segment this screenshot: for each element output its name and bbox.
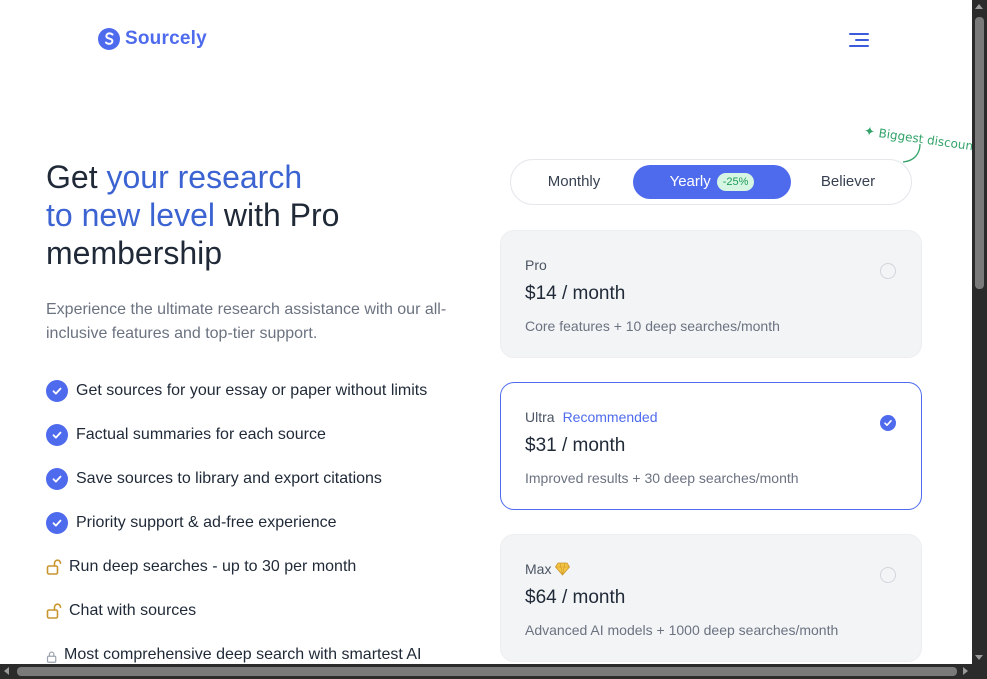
plan-radio-selected[interactable] [880, 415, 896, 431]
plan-price: $31 / month [525, 435, 626, 456]
plan-description: Improved results + 30 deep searches/mont… [525, 470, 799, 486]
brand-name: Sourcely [125, 28, 207, 49]
menu-icon [849, 33, 869, 35]
feature-item: Run deep searches - up to 30 per month [46, 554, 486, 598]
plan-card-ultra[interactable]: Ultra Recommended $31 / month Improved r… [500, 382, 922, 510]
plan-name: Pro [525, 257, 547, 273]
menu-button[interactable] [847, 30, 871, 50]
plan-description: Advanced AI models + 1000 deep searches/… [525, 622, 839, 638]
feature-item: Most comprehensive deep search with smar… [46, 642, 486, 664]
sparkle-icon: ✦ [862, 124, 876, 141]
feature-item: Save sources to library and export citat… [46, 466, 486, 510]
check-circle-icon [46, 512, 68, 534]
page-subtitle: Experience the ultimate research assista… [46, 301, 447, 342]
feature-item: Priority support & ad-free experience [46, 510, 486, 554]
brand-logo[interactable]: Sourcely [97, 27, 207, 51]
plan-price: $64 / month [525, 587, 626, 608]
title-highlight-2: to new level [46, 197, 215, 233]
sourcely-logo-icon [98, 28, 120, 50]
scroll-right-icon[interactable] [963, 667, 968, 675]
plan-description: Core features + 10 deep searches/month [525, 318, 780, 334]
check-circle-icon [46, 380, 68, 402]
plan-price: $14 / month [525, 283, 626, 304]
horizontal-scrollbar[interactable] [0, 664, 972, 679]
check-circle-icon [46, 468, 68, 490]
diamond-icon [555, 562, 571, 576]
plan-name: Max [525, 561, 552, 577]
vertical-scrollbar[interactable] [972, 0, 987, 664]
check-circle-icon [46, 424, 68, 446]
vertical-scroll-thumb[interactable] [975, 17, 984, 289]
feature-item: Chat with sources [46, 598, 486, 642]
feature-item: Factual summaries for each source [46, 422, 486, 466]
page-viewport: Sourcely Get your research to new level … [0, 0, 972, 664]
scroll-down-icon[interactable] [975, 655, 983, 660]
feature-item: Get sources for your essay or paper with… [46, 378, 486, 422]
unlock-icon [46, 559, 62, 575]
billing-option-believer[interactable]: Believer [795, 165, 901, 199]
plan-card-max[interactable]: Max $64 / month Advanced AI models + 100… [500, 534, 922, 662]
unlock-icon [46, 603, 62, 619]
plan-radio[interactable] [880, 263, 896, 279]
discount-badge: -25% [716, 173, 755, 191]
plan-name: Ultra [525, 409, 555, 425]
billing-toggle: Monthly Yearly -25% Believer [510, 159, 912, 205]
billing-option-monthly[interactable]: Monthly [519, 165, 629, 199]
recommended-label: Recommended [562, 409, 658, 425]
plan-radio[interactable] [880, 567, 896, 583]
lock-icon [46, 651, 57, 663]
title-highlight: your research [106, 159, 303, 195]
scroll-up-icon[interactable] [975, 4, 983, 9]
page-title: Get your research to new level with Pro … [46, 159, 340, 271]
scrollbar-corner [972, 664, 987, 679]
scroll-left-icon[interactable] [4, 667, 9, 675]
horizontal-scroll-thumb[interactable] [17, 667, 957, 676]
plan-card-pro[interactable]: Pro $14 / month Core features + 10 deep … [500, 230, 922, 358]
billing-option-yearly[interactable]: Yearly -25% [633, 165, 791, 199]
feature-list: Get sources for your essay or paper with… [46, 378, 486, 664]
check-icon [884, 420, 892, 426]
